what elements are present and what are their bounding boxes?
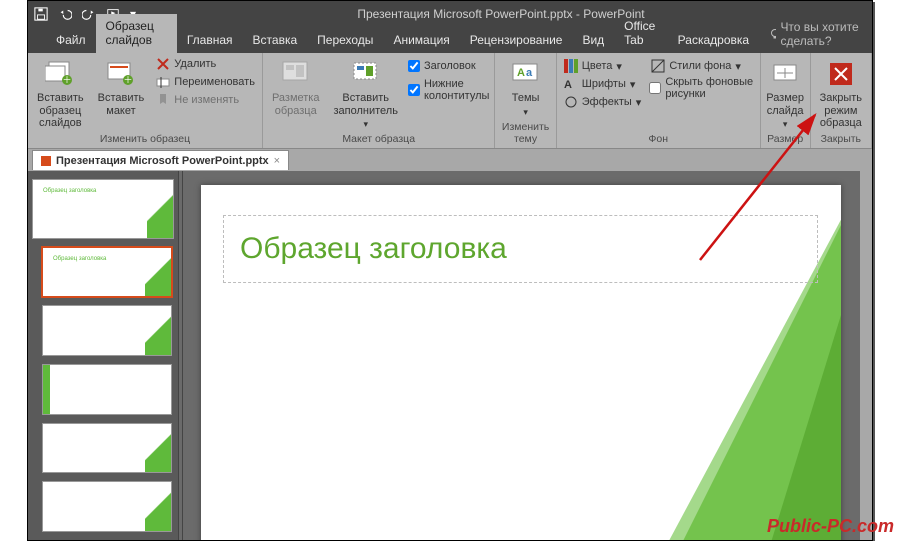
powerpoint-file-icon	[41, 156, 51, 166]
title-placeholder-text: Образец заголовка	[240, 232, 507, 266]
bg-styles-button[interactable]: Стили фона ▾	[649, 58, 754, 74]
group-background: Цвета ▾ AШрифты ▾ Эффекты ▾ Стили фона ▾…	[557, 53, 761, 148]
hide-bg-checkbox[interactable]: Скрыть фоновые рисунки	[649, 76, 754, 100]
themes-icon: Aa	[510, 58, 542, 90]
insert-placeholder-icon	[350, 58, 382, 90]
thumbnail-master[interactable]: Образец заголовка	[32, 179, 174, 239]
group-label-size: Размер	[766, 132, 805, 147]
delete-icon	[156, 57, 170, 71]
slide-editor: Образец заголовка	[183, 171, 872, 540]
document-tab[interactable]: Презентация Microsoft PowerPoint.pptx ×	[32, 150, 289, 170]
window-title: Презентация Microsoft PowerPoint.pptx - …	[136, 7, 866, 21]
document-tabs: Презентация Microsoft PowerPoint.pptx ×	[28, 149, 872, 171]
tab-office-tab[interactable]: Office Tab	[614, 14, 668, 53]
group-master-layout: Разметка образца Вставить заполнитель ▾ …	[263, 53, 495, 148]
group-edit-master: ＋ Вставить образец слайдов ＋ Вставить ма…	[28, 53, 263, 148]
tab-insert[interactable]: Вставка	[243, 28, 308, 53]
ribbon: ＋ Вставить образец слайдов ＋ Вставить ма…	[28, 53, 872, 149]
colors-icon	[564, 59, 578, 73]
ribbon-tabs: Файл Образец слайдов Главная Вставка Пер…	[28, 27, 872, 53]
insert-layout-icon: ＋	[105, 58, 137, 90]
insert-slide-master-button[interactable]: ＋ Вставить образец слайдов	[33, 56, 88, 132]
delete-button[interactable]: Удалить	[154, 56, 257, 72]
workspace: Образец заголовка Образец заголовка Обра…	[28, 171, 872, 540]
group-label-background: Фон	[562, 132, 755, 147]
footers-checkbox[interactable]: Нижние колонтитулы	[408, 78, 489, 102]
master-layout-icon	[280, 58, 312, 90]
tab-animations[interactable]: Анимация	[383, 28, 459, 53]
group-edit-theme: Aa Темы▾ Изменить тему	[495, 53, 556, 148]
fonts-button[interactable]: AШрифты ▾	[562, 76, 644, 92]
thumbnail-layout[interactable]	[42, 481, 172, 532]
thumbnail-layout[interactable]	[42, 364, 172, 415]
group-close: Закрыть режим образца Закрыть	[811, 53, 872, 148]
group-label-theme: Изменить тему	[500, 120, 550, 147]
preserve-icon	[156, 93, 170, 107]
tab-transitions[interactable]: Переходы	[307, 28, 383, 53]
effects-icon	[564, 95, 578, 109]
thumbnail-layout[interactable]: Образец заголовка	[42, 247, 172, 298]
group-label-master-layout: Макет образца	[268, 132, 489, 147]
tab-review[interactable]: Рецензирование	[460, 28, 573, 53]
svg-text:＋: ＋	[63, 75, 72, 85]
bg-styles-icon	[651, 59, 665, 73]
tab-file[interactable]: Файл	[46, 28, 96, 53]
group-size: Размер слайда▾ Размер	[761, 53, 811, 148]
preserve-button[interactable]: Не изменять	[154, 92, 257, 108]
vertical-scrollbar[interactable]	[860, 171, 872, 540]
redo-icon[interactable]	[82, 7, 96, 21]
slide-canvas[interactable]: Образец заголовка	[201, 185, 841, 540]
thumbnail-layout[interactable]	[42, 423, 172, 474]
slide-size-button[interactable]: Размер слайда▾	[762, 56, 808, 132]
svg-text:A: A	[564, 79, 572, 91]
tab-storyboarding[interactable]: Раскадровка	[668, 28, 759, 53]
svg-text:＋: ＋	[123, 75, 132, 85]
tab-slide-master[interactable]: Образец слайдов	[96, 14, 177, 53]
slide-size-icon	[769, 58, 801, 90]
thumbnail-pane[interactable]: Образец заголовка Образец заголовка	[28, 171, 178, 540]
fonts-icon: A	[564, 77, 578, 91]
insert-placeholder-button[interactable]: Вставить заполнитель ▾	[329, 56, 401, 132]
tab-home[interactable]: Главная	[177, 28, 243, 53]
insert-layout-button[interactable]: ＋ Вставить макет	[94, 56, 149, 119]
svg-text:a: a	[526, 67, 533, 79]
save-icon[interactable]	[34, 7, 48, 21]
title-placeholder[interactable]: Образец заголовка	[223, 215, 818, 283]
title-checkbox[interactable]: Заголовок	[408, 60, 489, 72]
svg-text:A: A	[517, 67, 525, 79]
undo-icon[interactable]	[58, 7, 72, 21]
rename-icon	[156, 75, 170, 89]
group-label-edit-master: Изменить образец	[33, 132, 257, 147]
lightbulb-icon	[769, 28, 776, 40]
rename-button[interactable]: Переименовать	[154, 74, 257, 90]
thumbnail-layout[interactable]	[42, 305, 172, 356]
insert-slide-master-icon: ＋	[44, 58, 76, 90]
master-layout-button[interactable]: Разметка образца	[268, 56, 324, 119]
close-master-view-button[interactable]: Закрыть режим образца	[816, 56, 866, 132]
close-icon	[825, 58, 857, 90]
group-label-close: Закрыть	[816, 132, 866, 147]
themes-button[interactable]: Aa Темы▾	[506, 56, 546, 119]
watermark: Public-PC.com	[767, 516, 894, 537]
tell-me[interactable]: Что вы хотите сделать?	[759, 15, 872, 53]
colors-button[interactable]: Цвета ▾	[562, 58, 644, 74]
close-doc-tab-icon[interactable]: ×	[274, 155, 280, 167]
effects-button[interactable]: Эффекты ▾	[562, 94, 644, 110]
tab-view[interactable]: Вид	[572, 28, 614, 53]
